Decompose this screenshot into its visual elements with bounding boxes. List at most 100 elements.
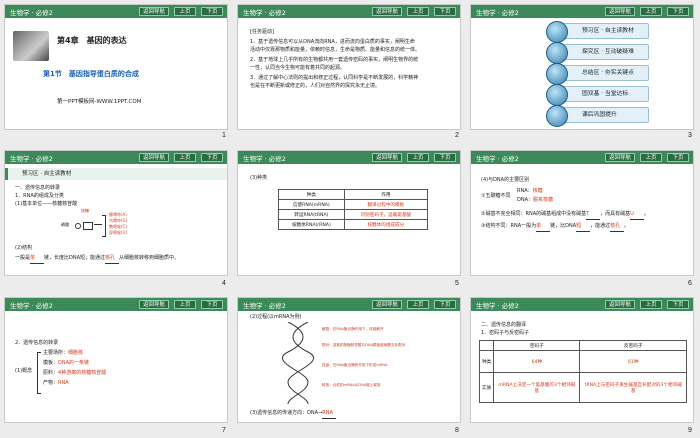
- globe-icon: [546, 84, 568, 106]
- nucleotide-diagram: 磷酸: [61, 213, 111, 241]
- next-page-button[interactable]: 下页: [434, 7, 456, 16]
- slide-number-5: 5: [455, 280, 459, 287]
- globe-icon: [546, 42, 568, 64]
- transcription-title: 2．遗传信息的转录: [15, 340, 59, 346]
- process-title: (2)过程(以mRNA为例): [250, 314, 302, 320]
- next-page-button[interactable]: 下页: [667, 300, 689, 309]
- task-line: 活动中仅靠那物质和能量，依赖时信息，生命是物质、能量和信息的统一体。: [250, 47, 421, 53]
- next-page-button[interactable]: 下页: [667, 153, 689, 162]
- menu-review-button[interactable]: 课后巩固提升: [546, 105, 649, 127]
- back-nav-button[interactable]: 返回导航: [139, 300, 169, 309]
- material-line: 原料：4种游离的核糖核苷酸: [43, 370, 107, 376]
- slide-thumb-2[interactable]: 生物学 · 必修2 返回导航 上页 下页 [任务驱动] 1．基于遗传信息可以从D…: [237, 4, 461, 130]
- structure-title: (2)结构: [15, 245, 33, 251]
- globe-icon: [546, 105, 568, 127]
- next-page-button[interactable]: 下页: [201, 153, 223, 162]
- menu-label: 预习区 · 自主读教材: [582, 28, 634, 34]
- slide-thumb-5[interactable]: 生物学 · 必修2 返回导航 上页 下页 (3)种类 种类 作用 信使RNA(mR…: [237, 150, 461, 276]
- slide-thumb-8[interactable]: 生物学 · 必修2 返回导航 上页 下页 (2)过程(以mRNA为例) 解旋：在…: [237, 297, 461, 423]
- prev-page-button[interactable]: 上页: [640, 153, 662, 162]
- chapter-title: 第4章 基因的表达: [57, 36, 127, 45]
- prev-page-button[interactable]: 上页: [640, 300, 662, 309]
- globe-icon: [546, 21, 568, 43]
- slide-thumb-1[interactable]: 生物学 · 必修2 返回导航 上页 下页 第4章 基因的表达 第1节 基因指导蛋…: [4, 4, 228, 130]
- back-nav-button[interactable]: 返回导航: [605, 7, 635, 16]
- back-nav-button[interactable]: 返回导航: [605, 153, 635, 162]
- next-page-button[interactable]: 下页: [201, 300, 223, 309]
- slide-header: 生物学 · 必修2 返回导航 上页 下页: [5, 298, 227, 311]
- table-row: 实质 mRNA上决定一个氨基酸的3个相邻碱基 tRNA上与密码子发生碱基互补配对的3…: [478, 372, 687, 403]
- table-header: 反密码子: [579, 340, 687, 351]
- diagram-label: 核糖: [81, 208, 89, 213]
- task-line: 1．基于遗传信息可以从DNA流向RNA，进而流向蛋白质的事实，阐明生命: [250, 39, 415, 45]
- slide-number-1: 1: [222, 132, 226, 139]
- slide-header: 生物学 · 必修2 返回导航 上页 下页: [471, 151, 693, 164]
- subject-label: 生物学 · 必修2: [476, 9, 519, 17]
- back-nav-button[interactable]: 返回导航: [139, 7, 169, 16]
- table-header: 密码子: [493, 340, 581, 351]
- section-title: 第1节 基因指导蛋白质的合成: [43, 70, 139, 78]
- rna-types-table: 种类 作用 信使RNA(mRNA) 翻译过程中的模板 转运RNA(tRNA) 识别密码…: [278, 189, 429, 230]
- prev-page-button[interactable]: 上页: [407, 7, 429, 16]
- subheading: 1．RNA的组成及分类: [15, 193, 64, 199]
- next-page-button[interactable]: 下页: [434, 153, 456, 162]
- slide-thumb-9[interactable]: 生物学 · 必修2 返回导航 上页 下页 二、遗传信息的翻译 1．密码子与反密码…: [470, 297, 694, 423]
- site-line: 主要场所：细胞核: [43, 350, 84, 356]
- slide-header: 生物学 · 必修2 返回导航 上页 下页: [5, 151, 227, 164]
- task-line: 2．基于地球上几乎所有的生物都共用一套遗传密码的事实，阐明生物界的统: [250, 57, 419, 63]
- menu-summary-button[interactable]: 总结区 · 夯实关键点: [546, 63, 649, 85]
- base-line: ②碱基不完全相同：RNA的碱基组成中没有碱基T ，而具有碱基U。: [481, 211, 649, 220]
- back-nav-button[interactable]: 返回导航: [139, 153, 169, 162]
- prev-page-button[interactable]: 上页: [174, 300, 196, 309]
- back-nav-button[interactable]: 返回导航: [605, 300, 635, 309]
- slide-thumb-7[interactable]: 生物学 · 必修2 返回导航 上页 下页 2．遗传信息的转录 (1)概念 主要场…: [4, 297, 228, 423]
- subject-label: 生物学 · 必修2: [243, 9, 286, 17]
- menu-explore-button[interactable]: 探究区 · 互动破疑难: [546, 42, 649, 64]
- back-nav-button[interactable]: 返回导航: [372, 7, 402, 16]
- slide-header: 生物学 · 必修2 返回导航 上页 下页: [238, 151, 460, 164]
- footer-watermark: 第一PPT模板网-WWW.1PPT.COM: [57, 99, 142, 105]
- back-nav-button[interactable]: 返回导航: [372, 300, 402, 309]
- menu-practice-button[interactable]: 固双基 · 当堂达标: [546, 84, 649, 106]
- slide-header: 生物学 · 必修2 返回导航 上页 下页: [471, 5, 693, 18]
- slide-header: 生物学 · 必修2 返回导航 上页 下页: [238, 298, 460, 311]
- product-line: 产物：RNA: [43, 380, 69, 386]
- next-page-button[interactable]: 下页: [667, 7, 689, 16]
- codon-table: 密码子 反密码子 种类 64种 61种 实质 mRNA上决定一个氨基酸的3个相邻碱基 tR…: [478, 340, 687, 403]
- template-line: 模板：DNA的一条链: [43, 360, 90, 366]
- process-note: 连接：在RNA聚合酶的作用下形成mRNA: [322, 363, 388, 367]
- difference-title: (4)与DNA的主要区别: [481, 177, 530, 183]
- table-row: 种类 64种 61种: [478, 350, 687, 373]
- slide-thumb-6[interactable]: 生物学 · 必修2 返回导航 上页 下页 (4)与DNA的主要区别 ①五碳糖不同…: [470, 150, 694, 276]
- prev-page-button[interactable]: 上页: [174, 7, 196, 16]
- sugar-line: ①五碳糖不同: [481, 193, 511, 199]
- process-note: 配对：游离的核糖核苷酸与DNA模板链碱基互补配对: [322, 343, 406, 347]
- slide-thumb-3[interactable]: 生物学 · 必修2 返回导航 上页 下页 预习区 · 自主读教材 探究区 · 互…: [470, 4, 694, 130]
- types-title: (3)种类: [250, 175, 268, 181]
- next-page-button[interactable]: 下页: [201, 7, 223, 16]
- slide-header: 生物学 · 必修2 返回导航 上页 下页: [5, 5, 227, 18]
- prev-page-button[interactable]: 上页: [174, 153, 196, 162]
- slide-number-7: 7: [222, 427, 226, 434]
- table-row: 信使RNA(mRNA) 翻译过程中的模板: [278, 199, 429, 210]
- slide-thumb-4[interactable]: 生物学 · 必修2 返回导航 上页 下页 预习区 · 自主读教材 一、遗传信息的…: [4, 150, 228, 276]
- next-page-button[interactable]: 下页: [434, 300, 456, 309]
- subject-label: 生物学 · 必修2: [10, 155, 53, 163]
- prev-page-button[interactable]: 上页: [407, 153, 429, 162]
- slide-number-9: 9: [688, 427, 692, 434]
- back-nav-button[interactable]: 返回导航: [372, 153, 402, 162]
- prev-page-button[interactable]: 上页: [640, 7, 662, 16]
- subject-label: 生物学 · 必修2: [476, 302, 519, 310]
- subject-label: 生物学 · 必修2: [243, 155, 286, 163]
- slide-number-8: 8: [455, 427, 459, 434]
- table-row: 核糖体RNA(rRNA) 核糖体的组成成分: [278, 219, 429, 230]
- task-line: 一性，认同当今生物可能有着共同的起源。: [250, 65, 346, 71]
- slide-number-6: 6: [688, 280, 692, 287]
- prev-page-button[interactable]: 上页: [407, 300, 429, 309]
- table-row: 转运RNA(tRNA) 识别密码子，运载氨基酸: [278, 209, 429, 220]
- structure-line: 一般是单 链，长度比DNA短；能通过核孔 从细胞核转移到细胞质中。: [15, 255, 179, 264]
- menu-preview-button[interactable]: 预习区 · 自主读教材: [546, 21, 649, 43]
- subject-label: 生物学 · 必修2: [243, 302, 286, 310]
- subject-label: 生物学 · 必修2: [476, 155, 519, 163]
- subject-label: 生物学 · 必修2: [10, 302, 53, 310]
